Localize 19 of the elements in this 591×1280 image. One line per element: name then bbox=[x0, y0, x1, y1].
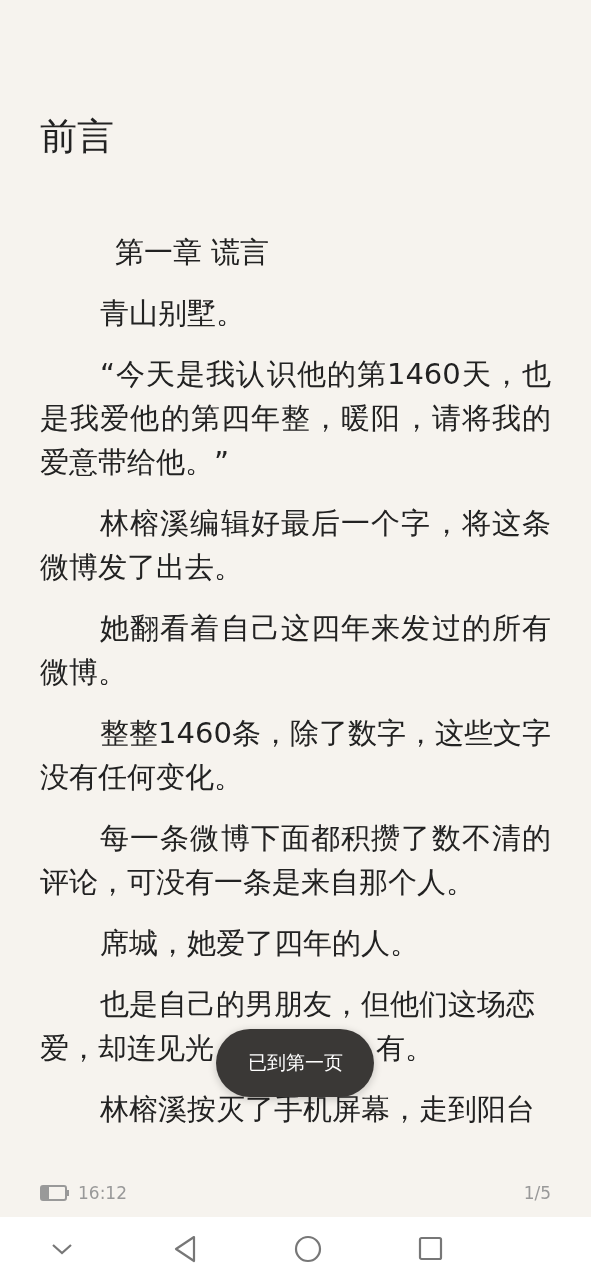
chapter-heading: 第一章 谎言 bbox=[114, 234, 271, 271]
recents-icon[interactable] bbox=[418, 1236, 443, 1261]
paragraph: 每一条微博下面都积攒了数不清的评论，可没有一条是来自那个人。 bbox=[40, 820, 551, 901]
paragraph: 席城，她爱了四年的人。 bbox=[99, 925, 420, 962]
paragraph-line: 爱，却连见光 bbox=[40, 1031, 214, 1065]
chapter-title: 前言 bbox=[40, 114, 115, 160]
page-number: 1/5 bbox=[523, 1183, 551, 1203]
collapse-chevron-icon[interactable] bbox=[50, 1241, 73, 1256]
paragraph: 她翻看着自己这四年来发过的所有微博。 bbox=[40, 610, 551, 691]
back-icon[interactable] bbox=[172, 1234, 197, 1263]
paragraph: 整整1460条，除了数字，这些文字没有任何变化。 bbox=[40, 715, 551, 796]
paragraph: 林榕溪编辑好最后一个字，将这条微博发了出去。 bbox=[40, 505, 551, 586]
paragraph: 青山别墅。 bbox=[99, 295, 246, 332]
paragraph: “今天是我认识他的第1460天，也是我爱他的第四年整，暖阳，请将我的爱意带给他。” bbox=[40, 356, 551, 481]
battery-icon bbox=[40, 1185, 70, 1201]
home-icon[interactable] bbox=[293, 1234, 322, 1263]
clock-time: 16:12 bbox=[78, 1183, 127, 1203]
paragraph-line: 有。 bbox=[376, 1031, 434, 1065]
paragraph: 也是自己的男朋友，但他们这场恋 bbox=[100, 987, 535, 1021]
